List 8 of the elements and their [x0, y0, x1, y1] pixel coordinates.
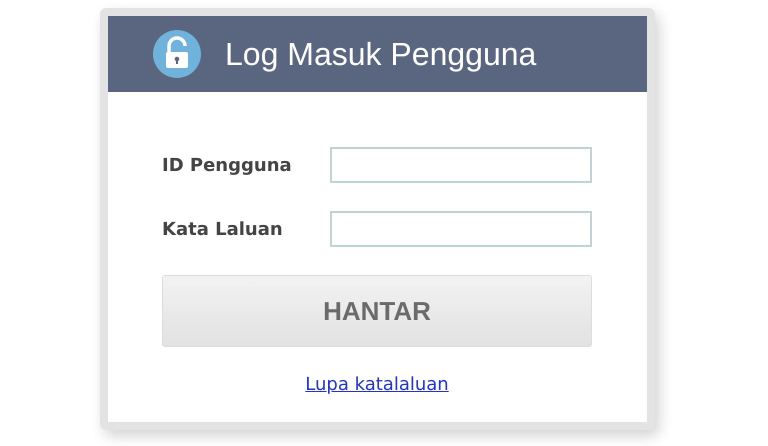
username-field[interactable] — [330, 147, 592, 183]
submit-button[interactable]: HANTAR — [162, 275, 592, 347]
password-field[interactable] — [330, 211, 592, 247]
field-label: Kata Laluan — [162, 218, 284, 240]
panel-title: Log Masuk Pengguna — [225, 36, 536, 72]
forgot-password-link[interactable]: Lupa katalaluan — [305, 374, 449, 395]
padlock-icon — [153, 30, 201, 78]
field-label: ID Pengguna — [162, 154, 293, 176]
